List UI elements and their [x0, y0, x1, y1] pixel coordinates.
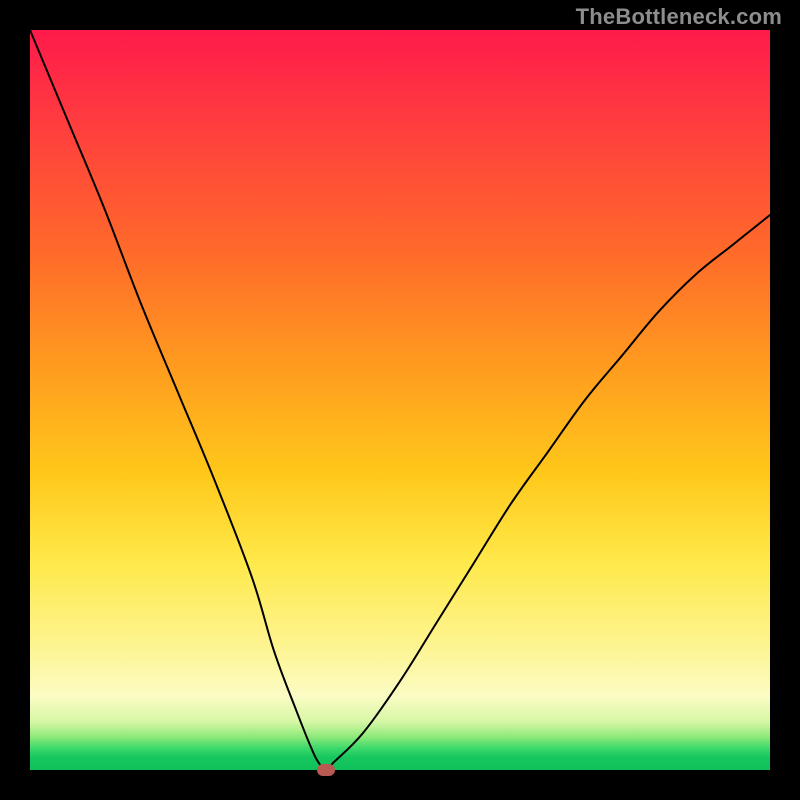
optimal-marker: [317, 764, 335, 776]
bottleneck-curve: [30, 30, 770, 770]
watermark-text: TheBottleneck.com: [576, 4, 782, 30]
chart-frame: TheBottleneck.com: [0, 0, 800, 800]
plot-area: [30, 30, 770, 770]
